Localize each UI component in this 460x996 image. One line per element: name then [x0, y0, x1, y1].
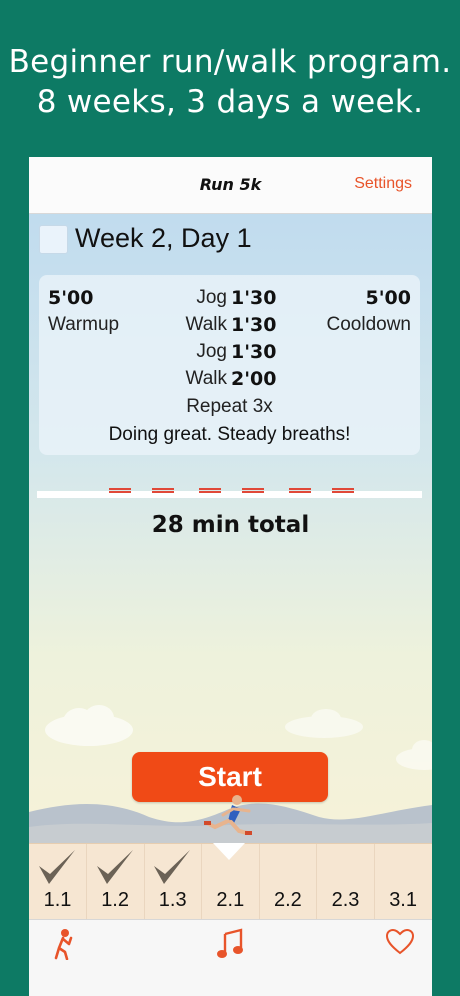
cooldown-time: 5'00 [365, 287, 411, 309]
warmup-label: Warmup [48, 314, 120, 335]
checkmark-icon [37, 848, 77, 892]
timeline-run-segment [242, 488, 264, 493]
cloud-left [45, 705, 133, 746]
timeline-run-segment [289, 488, 311, 493]
timeline-run-segment [152, 488, 174, 493]
cooldown-label: Cooldown [326, 314, 412, 335]
interval-2-time: 1'30 [231, 314, 277, 336]
warmup-time: 5'00 [48, 287, 94, 309]
music-note-icon[interactable] [215, 928, 245, 960]
headline-line-1: Beginner run/walk program. [8, 44, 452, 80]
runner-figure [204, 795, 252, 835]
timeline-run-segment [199, 488, 221, 493]
headline-line-2: 8 weeks, 3 days a week. [36, 84, 424, 120]
headline: Beginner run/walk program. 8 weeks, 3 da… [0, 42, 460, 122]
total-duration: 28 min total [151, 512, 310, 538]
cloud-edge [396, 740, 432, 770]
day-cell-label: 2.1 [216, 889, 245, 911]
interval-1-time: 1'30 [231, 287, 277, 309]
cloud-right [285, 709, 363, 738]
interval-2-label: Walk [185, 314, 227, 335]
navigation-bar: Run 5k Settings [29, 157, 432, 214]
day-cell-label: 1.2 [101, 889, 129, 911]
stretching-figure-icon[interactable] [51, 928, 77, 960]
day-cell-1-1[interactable]: 1.1 [29, 844, 87, 920]
tab-bar [29, 919, 432, 996]
day-cell-label: 1.1 [43, 889, 72, 911]
encouragement-message: Doing great. Steady breaths! [108, 424, 351, 445]
day-cell-1-2[interactable]: 1.2 [87, 844, 145, 920]
day-cell-3-1[interactable]: 3.1 [375, 844, 432, 920]
interval-3-label: Jog [196, 341, 227, 362]
timeline-run-segment [332, 488, 354, 493]
day-cell-label: 2.3 [331, 889, 360, 911]
checkmark-icon [152, 848, 192, 892]
interval-4-time: 2'00 [231, 368, 277, 390]
day-cell-1-3[interactable]: 1.3 [144, 844, 203, 920]
day-cell-2-3[interactable]: 2.3 [317, 844, 375, 920]
settings-button[interactable]: Settings [354, 175, 412, 193]
workout-timeline [37, 488, 422, 498]
app-screen: Run 5k Settings Week 2, Day 1 5'00 Warmu… [29, 157, 432, 996]
timeline-run-segment [109, 488, 131, 493]
day-cell-label: 1.3 [158, 889, 187, 911]
repeat-text: Repeat 3x [186, 396, 273, 417]
day-title: Week 2, Day 1 [75, 223, 252, 253]
checkmark-icon [95, 848, 135, 892]
day-complete-checkbox[interactable] [39, 225, 68, 254]
day-cell-label: 2.2 [273, 889, 302, 911]
heart-icon[interactable] [385, 928, 415, 956]
interval-3-time: 1'30 [231, 341, 277, 363]
interval-4-label: Walk [185, 368, 227, 389]
day-cell-label: 3.1 [389, 889, 417, 911]
selected-day-pointer [213, 843, 245, 860]
interval-1-label: Jog [196, 287, 227, 308]
day-cell-2-2[interactable]: 2.2 [259, 844, 318, 920]
workout-card: 5'00 Warmup Jog 1'30 Walk 1'30 Jog 1'30 … [39, 275, 420, 455]
